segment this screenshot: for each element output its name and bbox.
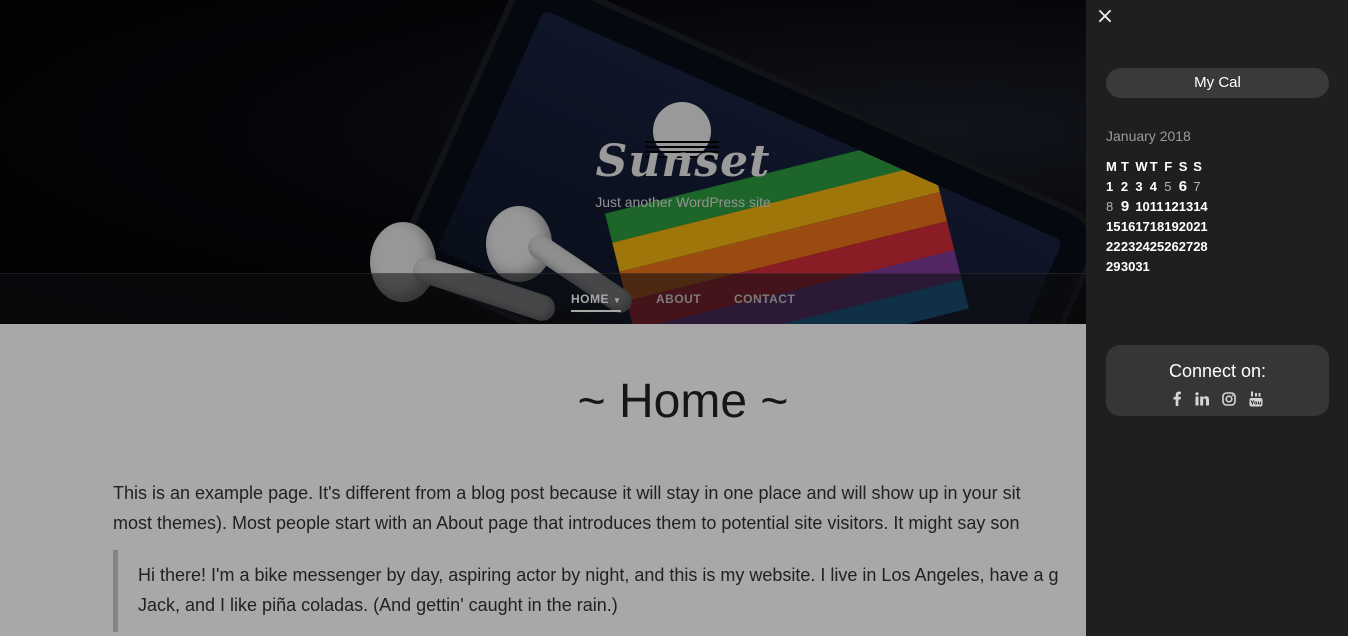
calendar-day: 8: [1106, 198, 1114, 214]
calendar-day: 19: [1164, 218, 1179, 234]
calendar-day: 31: [1135, 258, 1150, 274]
calendar-weekday-row: M T W T F S S: [1106, 156, 1212, 176]
calendar-day: [1150, 256, 1164, 276]
weekday-label: W: [1135, 158, 1148, 174]
calendar-day: 12: [1164, 198, 1179, 214]
calendar-day: 15: [1106, 218, 1121, 234]
calendar-widget-title: My Cal: [1106, 68, 1329, 98]
calendar-day: 11: [1149, 198, 1164, 214]
calendar-day: 13: [1178, 198, 1194, 214]
calendar-table: M T W T F S S 1 2 3 4 5 6 7 8 9 10 11 12…: [1106, 156, 1212, 276]
calendar-day: 10: [1135, 198, 1150, 214]
calendar-day: 23: [1120, 238, 1136, 254]
svg-text:You: You: [1250, 400, 1262, 406]
calendar-day: 1: [1106, 178, 1114, 194]
linkedin-icon[interactable]: [1195, 391, 1209, 410]
calendar-week-row: 1 2 3 4 5 6 7: [1106, 176, 1212, 196]
calendar-day: 2: [1120, 178, 1129, 194]
youtube-icon[interactable]: You: [1249, 391, 1263, 411]
weekday-label: M: [1106, 158, 1117, 174]
weekday-label: S: [1178, 158, 1188, 174]
instagram-icon[interactable]: [1222, 391, 1236, 410]
calendar-day: [1164, 256, 1178, 276]
calendar-day: 3: [1135, 178, 1143, 194]
weekday-label: T: [1120, 158, 1129, 174]
calendar-day: 25: [1149, 238, 1165, 254]
calendar-day: 18: [1149, 218, 1165, 234]
calendar-day: 22: [1106, 238, 1121, 254]
connect-widget: Connect on: You: [1106, 345, 1329, 416]
calendar-week-row: 15 16 17 18 19 20 21: [1106, 216, 1212, 236]
calendar-day: 21: [1193, 218, 1208, 234]
weekday-label: F: [1164, 158, 1173, 174]
calendar-day: [1179, 256, 1193, 276]
calendar-day-today: 6: [1178, 177, 1188, 195]
social-links: You: [1106, 390, 1329, 411]
calendar-day: 7: [1193, 178, 1201, 194]
calendar-day: 17: [1135, 218, 1150, 234]
calendar-caption: January 2018: [1106, 128, 1191, 144]
calendar-week-row: 29 30 31: [1106, 256, 1212, 276]
calendar-day: 14: [1193, 198, 1208, 214]
close-icon[interactable]: ×: [1094, 6, 1116, 28]
calendar-day: 4: [1149, 178, 1158, 194]
calendar-day: 26: [1164, 238, 1179, 254]
calendar-day: 27: [1178, 238, 1194, 254]
sidebar-panel: × My Cal January 2018 M T W T F S S 1 2 …: [1086, 0, 1350, 636]
calendar-day: 24: [1135, 238, 1150, 254]
weekday-label: S: [1193, 158, 1202, 174]
calendar-day: 5: [1164, 178, 1172, 194]
calendar-day: 9: [1120, 197, 1130, 215]
calendar-week-row: 22 23 24 25 26 27 28: [1106, 236, 1212, 256]
calendar-day: [1193, 256, 1211, 276]
calendar-day: 16: [1120, 218, 1136, 234]
calendar-day: 20: [1178, 218, 1194, 234]
calendar-day: 30: [1120, 258, 1136, 274]
calendar-day: 29: [1106, 258, 1121, 274]
calendar-week-row: 8 9 10 11 12 13 14: [1106, 196, 1212, 216]
facebook-icon[interactable]: [1172, 391, 1182, 410]
calendar-day: 28: [1193, 238, 1208, 254]
weekday-label: T: [1149, 158, 1158, 174]
connect-title: Connect on:: [1168, 361, 1267, 381]
